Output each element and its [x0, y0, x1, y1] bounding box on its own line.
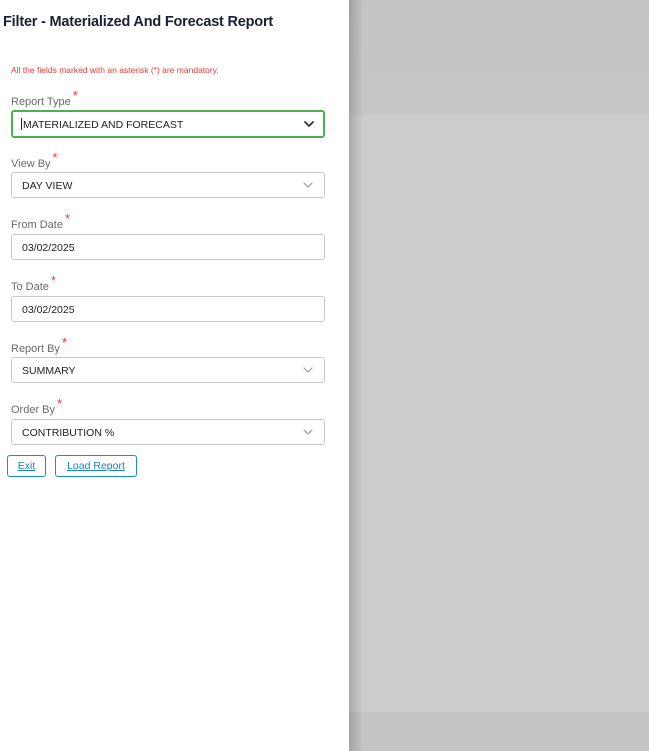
required-marker: *	[50, 273, 56, 288]
required-marker: *	[61, 335, 67, 350]
report-by-label: Report By *	[11, 335, 67, 355]
panel-shadow	[349, 0, 363, 751]
chevron-down-icon[interactable]	[302, 426, 314, 438]
backdrop-band-top	[349, 0, 649, 115]
page-backdrop	[349, 0, 649, 751]
text-cursor	[21, 118, 22, 130]
order-by-label-text: Order By	[11, 404, 56, 416]
to-date-input[interactable]: 03/02/2025	[11, 296, 325, 322]
from-date-label: From Date *	[11, 211, 70, 231]
order-by-select[interactable]: CONTRIBUTION %	[11, 419, 325, 445]
from-date-value: 03/02/2025	[22, 242, 75, 254]
required-marker: *	[64, 211, 71, 226]
load-report-button-label: Load Report	[67, 460, 125, 472]
required-marker: *	[72, 88, 78, 103]
exit-button[interactable]: Exit	[7, 455, 46, 477]
load-report-button[interactable]: Load Report	[55, 455, 137, 477]
report-type-value: MATERIALIZED AND FORECAST	[21, 118, 183, 131]
view-by-select[interactable]: DAY VIEW	[11, 172, 325, 198]
view-by-value: DAY VIEW	[22, 180, 73, 192]
report-type-value-text: MATERIALIZED AND FORECAST	[23, 119, 184, 131]
required-marker: *	[57, 396, 63, 411]
report-by-value: SUMMARY	[22, 365, 76, 377]
report-type-label: Report Type *	[11, 88, 78, 108]
report-by-select[interactable]: SUMMARY	[11, 357, 325, 383]
panel-title: Filter - Materialized And Forecast Repor…	[3, 14, 274, 30]
chevron-down-icon[interactable]	[302, 364, 314, 376]
view-by-label-text: View By	[11, 158, 51, 170]
filter-panel: Filter - Materialized And Forecast Repor…	[0, 0, 349, 751]
order-by-value: CONTRIBUTION %	[22, 427, 115, 439]
report-by-label-text: Report By	[11, 343, 60, 355]
report-type-select[interactable]: MATERIALIZED AND FORECAST	[11, 110, 325, 138]
to-date-label: To Date *	[11, 273, 56, 293]
to-date-value: 03/02/2025	[22, 304, 75, 316]
view-by-label: View By *	[11, 150, 58, 170]
chevron-down-icon[interactable]	[302, 179, 314, 191]
to-date-label-text: To Date	[11, 281, 49, 293]
from-date-input[interactable]: 03/02/2025	[11, 234, 325, 260]
report-type-label-text: Report Type	[11, 96, 71, 108]
exit-button-label: Exit	[17, 460, 36, 472]
required-marker: *	[52, 150, 58, 165]
chevron-down-icon[interactable]	[303, 118, 315, 130]
mandatory-note: All the fields marked with an asterisk (…	[11, 65, 219, 75]
order-by-label: Order By *	[11, 396, 62, 416]
backdrop-band-bottom	[349, 712, 649, 751]
from-date-label-text: From Date	[11, 219, 63, 231]
